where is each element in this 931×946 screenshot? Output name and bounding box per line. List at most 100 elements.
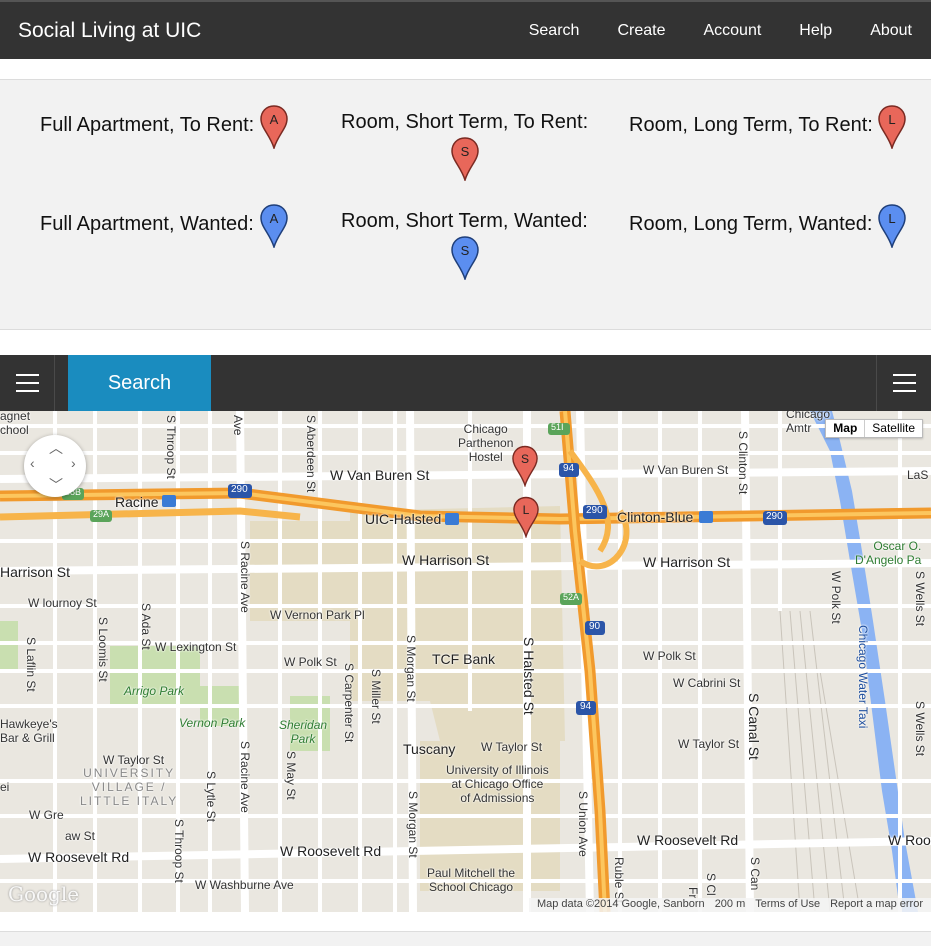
label-ada: S Ada St bbox=[139, 603, 153, 650]
label-roosevelt: W Roosevelt Rd bbox=[280, 843, 382, 859]
svg-text:L: L bbox=[888, 112, 895, 127]
pan-left-icon[interactable]: ‹ bbox=[30, 455, 35, 471]
label-ruble: Ruble St bbox=[612, 857, 626, 904]
label-little-italy: UNIVERSITY VILLAGE / LITTLE ITALY bbox=[80, 766, 179, 808]
search-tab[interactable]: Search bbox=[68, 355, 211, 411]
label-clinton: S Clinton St bbox=[736, 431, 750, 495]
label-harrison-west: Harrison St bbox=[0, 564, 71, 580]
legend-label-short-rent: Room, Short Term, To Rent: bbox=[341, 111, 589, 133]
svg-text:L: L bbox=[523, 503, 530, 517]
i290-label: 290 bbox=[231, 484, 248, 495]
nav-help-link[interactable]: Help bbox=[799, 2, 832, 59]
label-racine-ave-top: Ave bbox=[231, 415, 245, 436]
label-uic-halsted: UIC-Halsted bbox=[365, 511, 442, 527]
report-map-error-link[interactable]: Report a map error bbox=[830, 898, 923, 912]
label-scl: S Cl bbox=[704, 873, 718, 896]
nav-search-link[interactable]: Search bbox=[529, 2, 580, 59]
label-van-buren: W Van Buren St bbox=[330, 467, 430, 483]
i290-label: 290 bbox=[766, 511, 783, 522]
label-racine-station: Racine bbox=[115, 494, 159, 510]
brand-title[interactable]: Social Living at UIC bbox=[18, 19, 201, 43]
map-marker-l[interactable]: L bbox=[513, 496, 539, 538]
page-bottom-strip bbox=[0, 931, 931, 946]
label-harrison: W Harrison St bbox=[402, 552, 490, 568]
label-river-taxi: Chicago Water Taxi bbox=[856, 625, 870, 729]
svg-text:S: S bbox=[461, 144, 470, 159]
exit-51i-label: 51I bbox=[551, 422, 564, 432]
label-grenshaw-2: aw St bbox=[65, 829, 96, 843]
top-navbar: Social Living at UIC Search Create Accou… bbox=[0, 0, 931, 59]
label-taylor: W Taylor St bbox=[481, 740, 543, 754]
label-carpenter: S Carpenter St bbox=[342, 663, 356, 743]
label-morgan-south: S Morgan St bbox=[406, 791, 420, 858]
red-s-marker-icon: S bbox=[451, 137, 479, 181]
red-a-marker-icon: A bbox=[260, 105, 288, 149]
label-uic-admissions: University of Illinois at Chicago Office… bbox=[446, 763, 549, 805]
exit-29a-label: 29A bbox=[93, 509, 110, 519]
i90-label: 90 bbox=[589, 621, 601, 632]
map-type-toggle: Map Satellite bbox=[825, 419, 923, 438]
label-hawkeyes: Hawkeye's Bar & Grill bbox=[0, 717, 58, 745]
label-morgan: S Morgan St bbox=[404, 635, 418, 702]
label-arrigo-park: Arrigo Park bbox=[124, 684, 185, 698]
label-canal-south: S Can bbox=[748, 857, 762, 891]
label-harrison-east: W Harrison St bbox=[643, 554, 731, 570]
nav-about-link[interactable]: About bbox=[870, 2, 912, 59]
label-tcf-bank: TCF Bank bbox=[432, 651, 496, 667]
label-miller: S Miller St bbox=[369, 669, 383, 724]
label-hostel: Chicago Parthenon Hostel bbox=[458, 422, 514, 464]
label-paul-mitchell: Paul Mitchell the School Chicago bbox=[427, 866, 516, 894]
label-chicago-amtrak: Chicago Amtr bbox=[786, 411, 831, 435]
legend-label-short-wanted: Room, Short Term, Wanted: bbox=[341, 210, 588, 232]
svg-text:S: S bbox=[521, 452, 529, 466]
right-menu-button[interactable] bbox=[876, 355, 931, 411]
legend-label-apartment-wanted: Full Apartment, Wanted: bbox=[40, 213, 254, 235]
label-wells: S Wells St bbox=[913, 571, 927, 627]
label-halsted: S Halsted St bbox=[521, 637, 537, 715]
label-ei: ei bbox=[0, 780, 10, 794]
map-data-attribution: Map data ©2014 Google, Sanborn bbox=[536, 898, 705, 910]
pan-up-icon[interactable]: ︿ bbox=[49, 438, 63, 458]
label-union: S Union Ave bbox=[576, 791, 590, 857]
pan-control[interactable]: ︿ ﹀ ‹ › bbox=[24, 435, 86, 497]
nav-account-link[interactable]: Account bbox=[703, 2, 761, 59]
label-sheridan-park: Sheridan Park bbox=[279, 718, 328, 746]
label-racine-ave-south: S Racine Ave bbox=[238, 741, 252, 813]
label-magnet-school: agnet chool bbox=[0, 411, 31, 437]
map-type-satellite-button[interactable]: Satellite bbox=[865, 420, 922, 437]
marker-legend: Full Apartment, To Rent: A Room, Short T… bbox=[0, 79, 931, 330]
map-canvas[interactable]: 290 94 290 290 90 94 51I 52A 29A 58B W V… bbox=[0, 411, 931, 912]
label-grenshaw: W Gre bbox=[29, 808, 64, 822]
label-roosevelt-west: W Roosevelt Rd bbox=[28, 849, 130, 865]
label-polk-east: W Polk St bbox=[643, 649, 696, 663]
legend-label-long-wanted: Room, Long Term, Wanted: bbox=[629, 213, 873, 235]
map-type-map-button[interactable]: Map bbox=[826, 420, 866, 437]
hamburger-icon bbox=[16, 374, 39, 376]
label-roosevelt-far: W Roo bbox=[888, 832, 931, 848]
nav-create-link[interactable]: Create bbox=[617, 2, 665, 59]
map-marker-s[interactable]: S bbox=[512, 445, 538, 487]
svg-text:L: L bbox=[888, 211, 895, 226]
label-racine-ave: S Racine Ave bbox=[238, 541, 252, 613]
label-washburne: W Washburne Ave bbox=[195, 878, 294, 892]
label-oscar-dangelo: Oscar O. D'Angelo Pa bbox=[855, 539, 922, 567]
label-may: S May St bbox=[284, 751, 298, 800]
label-lytle: S Lytle St bbox=[204, 771, 218, 822]
left-menu-button[interactable] bbox=[0, 355, 55, 411]
google-logo: Google bbox=[8, 882, 80, 906]
pan-right-icon[interactable]: › bbox=[71, 455, 76, 471]
pan-down-icon[interactable]: ﹀ bbox=[49, 475, 63, 495]
map-scale: 200 m bbox=[714, 898, 746, 910]
blue-l-marker-icon: L bbox=[878, 204, 906, 248]
terms-of-use-link[interactable]: Terms of Use bbox=[755, 898, 820, 912]
label-polk: W Polk St bbox=[284, 655, 337, 669]
i290-label: 290 bbox=[586, 505, 603, 516]
transit-icon bbox=[699, 511, 713, 523]
label-van-buren-east: W Van Buren St bbox=[643, 463, 729, 477]
legend-label-long-rent: Room, Long Term, To Rent: bbox=[629, 114, 873, 136]
map-footer: Map data ©2014 Google, Sanborn 200 m Ter… bbox=[528, 898, 931, 912]
label-vernon-park-pl: W Vernon Park Pl bbox=[270, 608, 365, 622]
i94-label: 94 bbox=[563, 463, 575, 474]
label-wells-south: S Wells St bbox=[913, 701, 927, 757]
label-loomis: S Loomis St bbox=[96, 617, 110, 682]
